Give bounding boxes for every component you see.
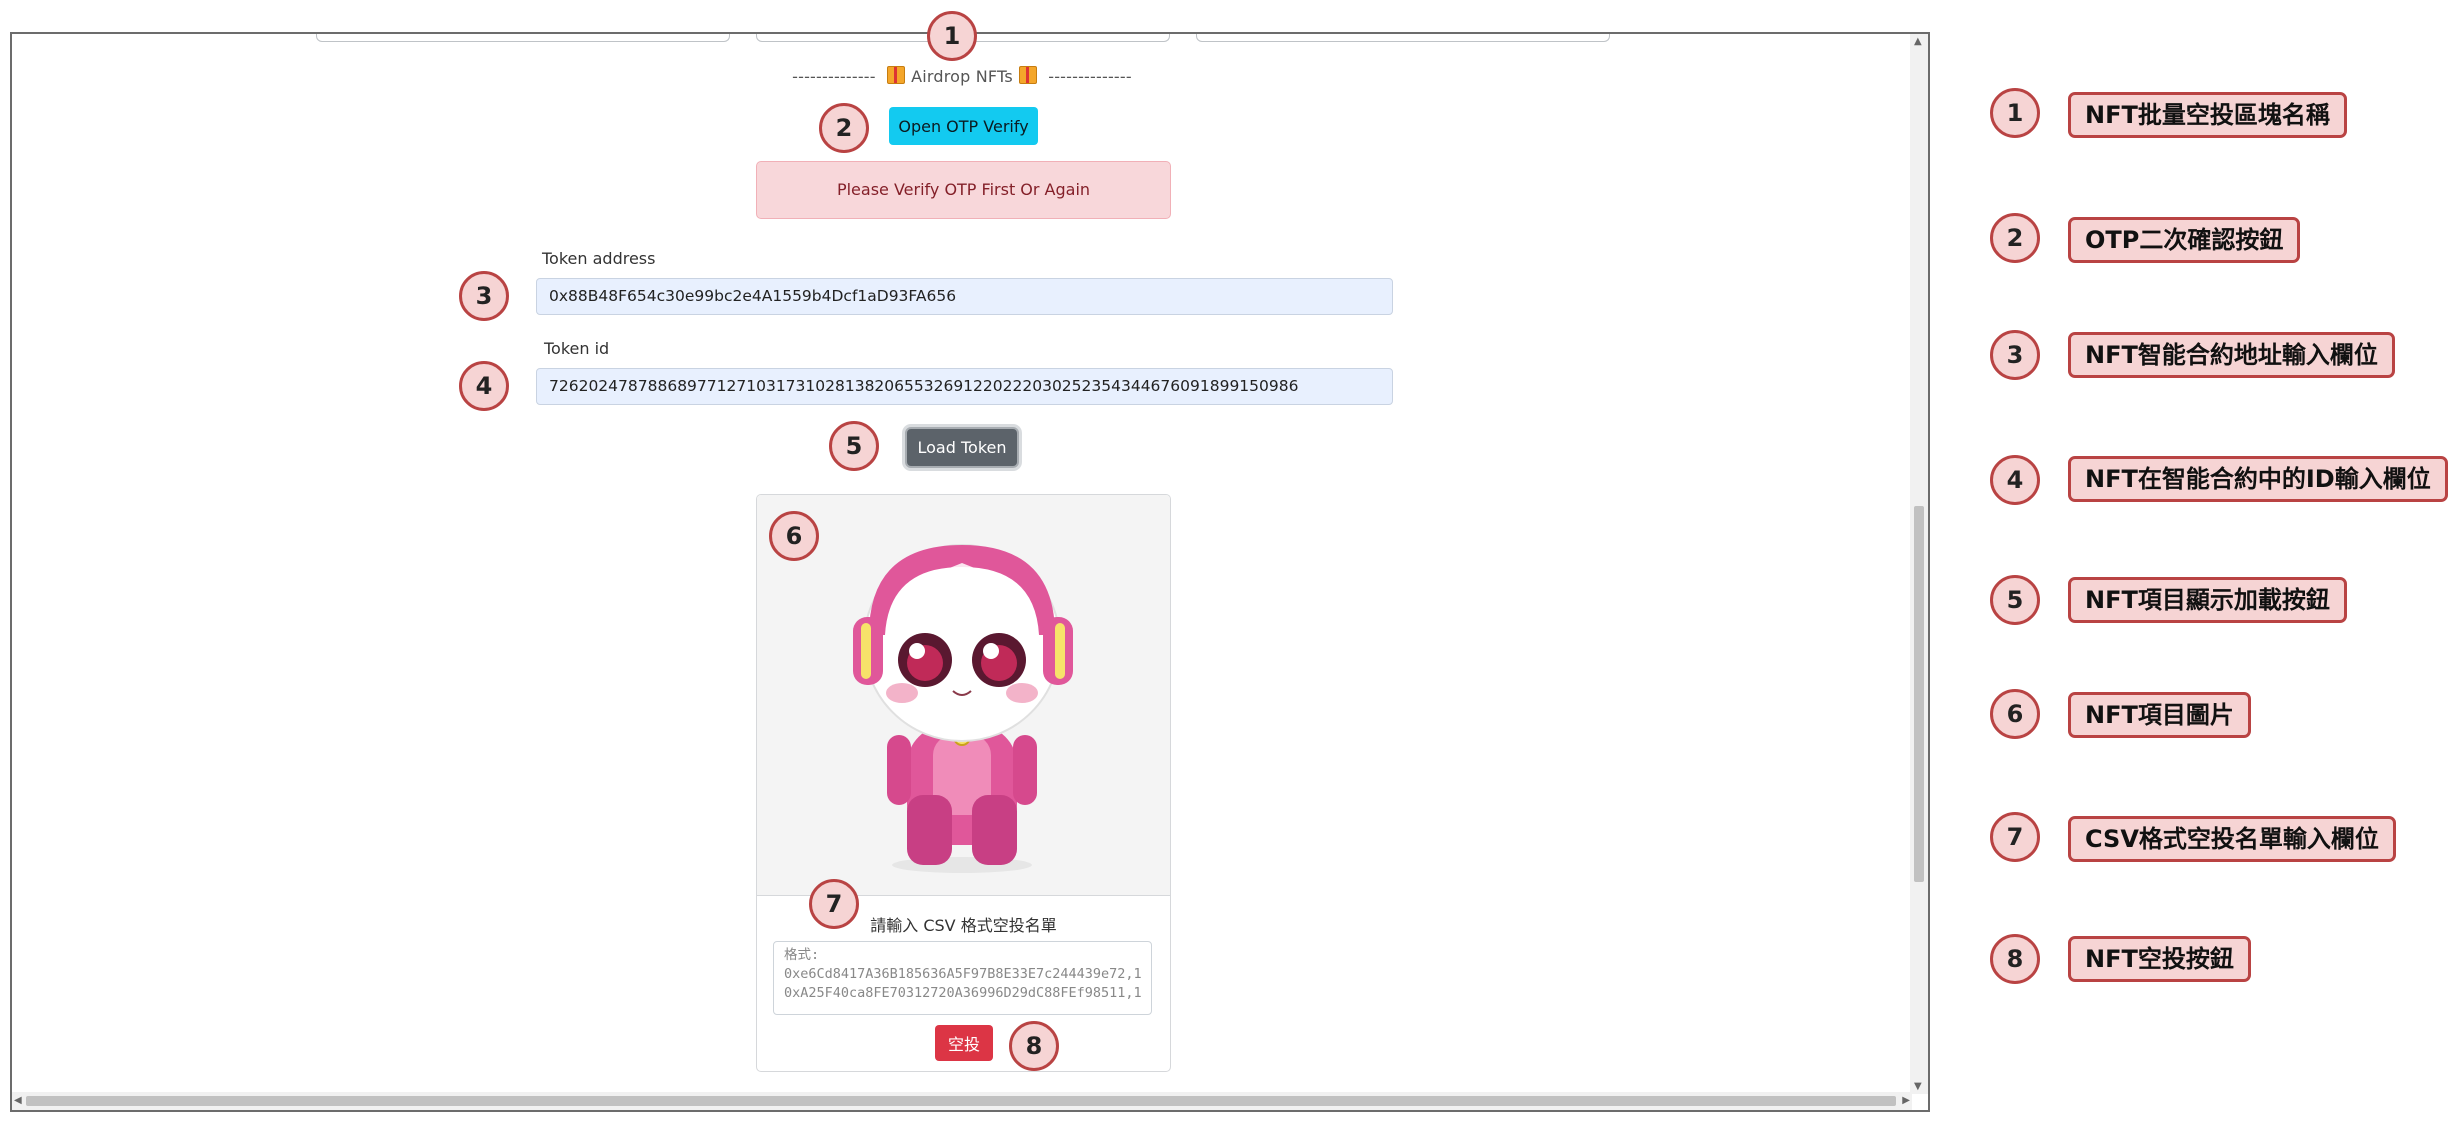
scroll-down-arrow-icon[interactable]: ▼ (1914, 1081, 1922, 1092)
scroll-left-arrow-icon[interactable]: ◀ (14, 1095, 22, 1106)
vertical-scrollbar[interactable]: ▲ ▼ (1910, 34, 1928, 1094)
legend-marker-7: 7 (1990, 812, 2040, 862)
marker-5: 5 (829, 421, 879, 471)
title-dashes-right: -------------- (1048, 67, 1132, 86)
top-panel-left (316, 34, 730, 42)
nft-image (757, 495, 1170, 896)
load-token-button[interactable]: Load Token (905, 427, 1019, 468)
token-address-label: Token address (542, 249, 656, 268)
marker-6: 6 (769, 511, 819, 561)
legend-label-6: NFT項目圖片 (2068, 692, 2251, 738)
section-title-text: Airdrop NFTs (911, 67, 1013, 86)
legend-label-3: NFT智能合約地址輸入欄位 (2068, 332, 2395, 378)
gift-icon (1018, 66, 1037, 84)
title-dashes-left: -------------- (792, 67, 876, 86)
airdrop-section-title: -------------- Airdrop NFTs ------------… (12, 66, 1912, 86)
token-address-input[interactable]: 0x88B48F654c30e99bc2e4A1559b4Dcf1aD93FA6… (536, 278, 1393, 315)
scroll-right-arrow-icon[interactable]: ▶ (1902, 1095, 1910, 1106)
airdrop-button[interactable]: 空投 (935, 1025, 993, 1061)
legend-marker-6: 6 (1990, 689, 2040, 739)
legend-marker-5: 5 (1990, 575, 2040, 625)
browser-viewport: -------------- Airdrop NFTs ------------… (10, 32, 1930, 1112)
token-id-label: Token id (544, 339, 610, 358)
marker-4: 4 (459, 361, 509, 411)
marker-8: 8 (1009, 1021, 1059, 1071)
vertical-scroll-thumb[interactable] (1914, 506, 1924, 882)
open-otp-verify-button[interactable]: Open OTP Verify (889, 107, 1038, 145)
legend-label-7: CSV格式空投名單輸入欄位 (2068, 816, 2396, 862)
marker-7: 7 (809, 879, 859, 929)
legend-label-5: NFT項目顯示加載按鈕 (2068, 577, 2347, 623)
legend-label-2: OTP二次確認按鈕 (2068, 217, 2301, 263)
horizontal-scrollbar[interactable]: ◀ ▶ (12, 1092, 1912, 1110)
scroll-up-arrow-icon[interactable]: ▲ (1914, 36, 1922, 47)
legend-marker-1: 1 (1990, 88, 2040, 138)
legend-marker-3: 3 (1990, 330, 2040, 380)
legend-label-8: NFT空投按鈕 (2068, 936, 2251, 982)
legend-marker-2: 2 (1990, 213, 2040, 263)
legend-label-4: NFT在智能合約中的ID輸入欄位 (2068, 456, 2448, 502)
marker-3: 3 (459, 271, 509, 321)
legend-marker-8: 8 (1990, 934, 2040, 984)
marker-2: 2 (819, 103, 869, 153)
legend-marker-4: 4 (1990, 455, 2040, 505)
marker-1: 1 (927, 11, 977, 61)
horizontal-scroll-thumb[interactable] (26, 1096, 1896, 1106)
top-panel-right (1196, 34, 1610, 42)
nft-card: 請輸入 CSV 格式空投名單 格式: 0xe6Cd8417A36B185636A… (756, 494, 1171, 1072)
legend-label-1: NFT批量空投區塊名稱 (2068, 92, 2347, 138)
otp-alert: Please Verify OTP First Or Again (756, 161, 1171, 219)
gift-icon (887, 66, 906, 84)
robot-character-icon (853, 544, 1073, 873)
token-id-input[interactable]: 7262024787886897712710317310281382065532… (536, 368, 1393, 405)
csv-airdrop-list-input[interactable]: 格式: 0xe6Cd8417A36B185636A5F97B8E33E7c244… (773, 941, 1152, 1015)
